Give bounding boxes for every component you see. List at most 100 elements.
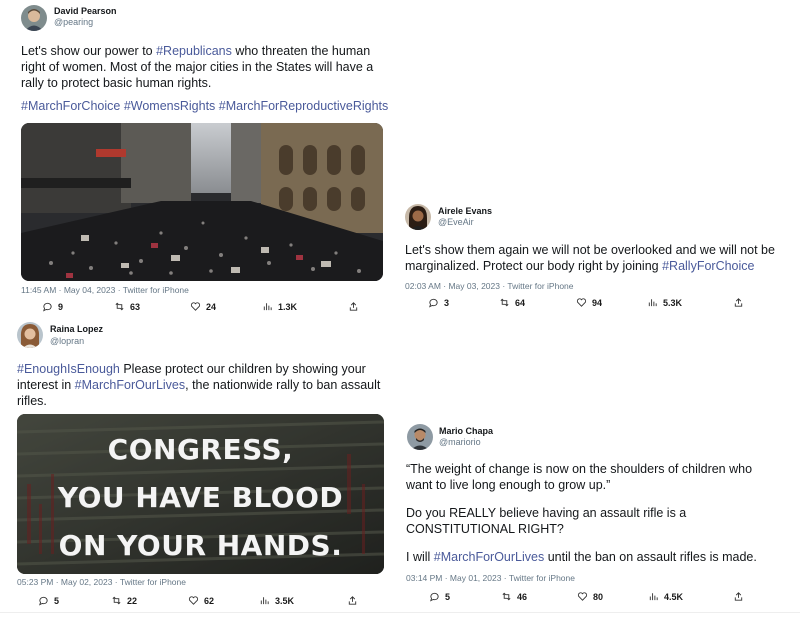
author-name[interactable]: David Pearson: [54, 6, 117, 16]
share-button[interactable]: [347, 595, 358, 606]
avatar[interactable]: [21, 5, 47, 31]
author-handle[interactable]: @mariorio: [439, 437, 481, 447]
quote-text: “The weight of change is now on the shou…: [406, 462, 753, 492]
tweet-david-pearson[interactable]: David Pearson @pearing Let's show our po…: [0, 0, 400, 320]
hashtag-link[interactable]: #RallyForChoice: [662, 259, 754, 273]
views-button[interactable]: 5.3K: [647, 297, 682, 308]
author-name[interactable]: Raina Lopez: [50, 324, 103, 334]
hashtag-link[interactable]: #EnoughIsEnough: [17, 362, 120, 376]
author-name[interactable]: Mario Chapa: [439, 426, 493, 436]
avatar-image: [17, 322, 43, 348]
avatar[interactable]: [17, 322, 43, 348]
share-button[interactable]: [348, 301, 359, 312]
hashtag-link[interactable]: #Republicans: [156, 44, 232, 58]
reply-button[interactable]: 3: [428, 297, 449, 308]
tweet-text: “The weight of change is now on the shou…: [406, 461, 778, 565]
question-text: Do you REALLY believe having an assault …: [406, 506, 687, 536]
share-button[interactable]: [733, 297, 744, 308]
reply-count: 3: [444, 297, 450, 308]
tweet-airele-evans[interactable]: Airele Evans @EveAir Let's show them aga…: [400, 190, 800, 320]
views-icon: [263, 303, 272, 311]
reply-count: 9: [58, 301, 64, 312]
like-count: 62: [204, 595, 215, 606]
like-button[interactable]: 24: [190, 301, 216, 312]
like-button[interactable]: 62: [188, 595, 214, 606]
avatar-image: [21, 5, 47, 31]
reply-icon: [430, 592, 439, 602]
like-icon: [577, 592, 588, 601]
author-name[interactable]: Airele Evans: [438, 206, 492, 216]
tweet-text: Let's show them again we will not be ove…: [405, 242, 777, 274]
views-button[interactable]: 1.3K: [262, 301, 297, 312]
share-button[interactable]: [733, 591, 744, 602]
like-count: 80: [593, 591, 604, 602]
tweet-actions: 3 64 94 5.3K: [400, 297, 800, 311]
reply-icon: [429, 298, 438, 308]
reply-button[interactable]: 5: [38, 595, 59, 606]
share-icon: [348, 596, 357, 605]
author-handle[interactable]: @EveAir: [438, 217, 474, 227]
tweet-raina-lopez[interactable]: Raina Lopez @lopran #EnoughIsEnough Plea…: [0, 318, 400, 618]
hashtag-link[interactable]: #MarchForOurLives: [75, 378, 185, 392]
retweet-count: 46: [517, 591, 528, 602]
tweet-actions: 5 22 62 3.5K: [0, 595, 400, 609]
view-count: 5.3K: [663, 297, 683, 308]
avatar[interactable]: [407, 424, 433, 450]
like-icon: [188, 596, 199, 605]
text-segment: I will: [406, 550, 434, 564]
views-icon: [260, 597, 269, 605]
avatar[interactable]: [405, 204, 431, 230]
like-count: 24: [206, 301, 217, 312]
view-count: 1.3K: [278, 301, 298, 312]
views-icon: [649, 593, 658, 601]
tweet-text: #EnoughIsEnough Please protect our child…: [17, 361, 389, 409]
like-count: 94: [592, 297, 603, 308]
retweet-button[interactable]: 63: [114, 301, 140, 312]
share-icon: [734, 298, 743, 307]
views-icon: [648, 299, 657, 307]
retweet-count: 22: [127, 595, 138, 606]
author-handle[interactable]: @lopran: [50, 336, 84, 346]
views-button[interactable]: 4.5K: [648, 591, 683, 602]
share-icon: [349, 302, 358, 311]
congress-protest-image[interactable]: CONGRESS, YOU HAVE BLOOD ON YOUR HANDS.: [17, 414, 384, 574]
tweet-mario-chapa[interactable]: Mario Chapa @mariorio “The weight of cha…: [400, 415, 800, 615]
bottom-divider: [0, 612, 800, 613]
view-count: 4.5K: [664, 591, 684, 602]
tweet-text: Let's show our power to #Republicans who…: [21, 43, 393, 114]
views-button[interactable]: 3.5K: [259, 595, 294, 606]
avatar-image: [405, 204, 431, 230]
retweet-button[interactable]: 64: [499, 297, 525, 308]
tweet-actions: 5 46 80 4.5K: [400, 591, 800, 605]
avatar-image: [407, 424, 433, 450]
reply-count: 5: [445, 591, 451, 602]
reply-icon: [39, 596, 48, 606]
protest-march-photo[interactable]: [21, 123, 383, 281]
street-crowd-image: [21, 123, 383, 281]
author-handle[interactable]: @pearing: [54, 17, 93, 27]
tweet-timestamp[interactable]: 02:03 AM · May 03, 2023 · Twitter for iP…: [405, 281, 574, 291]
retweet-button[interactable]: 46: [501, 591, 527, 602]
retweet-count: 63: [130, 301, 141, 312]
retweet-icon: [502, 592, 511, 601]
tweet-timestamp[interactable]: 05:23 PM · May 02, 2023 · Twitter for iP…: [17, 577, 186, 587]
reply-button[interactable]: 5: [429, 591, 450, 602]
retweet-icon: [112, 596, 121, 605]
like-icon: [190, 302, 201, 311]
retweet-icon: [115, 302, 124, 311]
reply-button[interactable]: 9: [42, 301, 63, 312]
retweet-button[interactable]: 22: [111, 595, 137, 606]
like-icon: [576, 298, 587, 307]
reply-icon: [43, 302, 52, 312]
image-caption: CONGRESS, YOU HAVE BLOOD ON YOUR HANDS.: [17, 426, 384, 570]
retweet-icon: [500, 298, 509, 307]
tweet-timestamp[interactable]: 03:14 PM · May 01, 2023 · Twitter for iP…: [406, 573, 575, 583]
like-button[interactable]: 80: [577, 591, 603, 602]
view-count: 3.5K: [275, 595, 295, 606]
hashtags-line[interactable]: #MarchForChoice #WomensRights #MarchForR…: [21, 98, 393, 114]
like-button[interactable]: 94: [576, 297, 602, 308]
reply-count: 5: [54, 595, 60, 606]
hashtag-link[interactable]: #MarchForOurLives: [434, 550, 544, 564]
text-segment: Let's show our power to: [21, 44, 157, 58]
tweet-timestamp[interactable]: 11:45 AM · May 04, 2023 · Twitter for iP…: [21, 285, 189, 295]
